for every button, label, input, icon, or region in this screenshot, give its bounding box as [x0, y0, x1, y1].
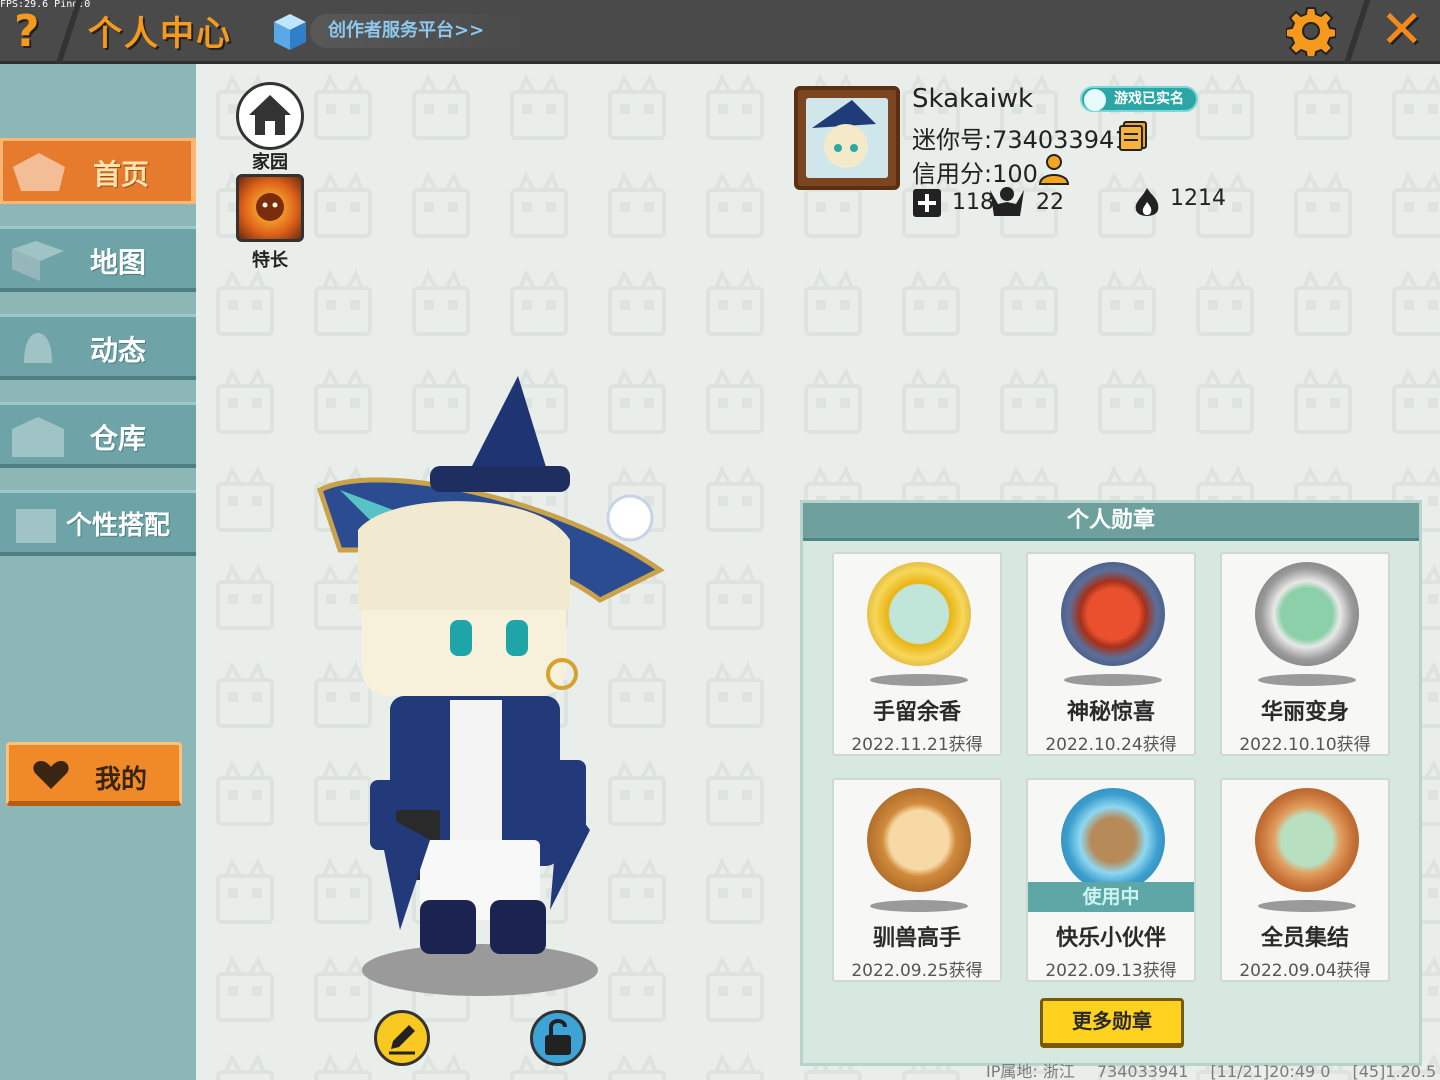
medal-card[interactable]: 全员集结 2022.09.04获得 — [1220, 778, 1390, 982]
medal-name: 华丽变身 — [1260, 700, 1349, 725]
medal-date: 2022.10.10获得 — [1239, 735, 1371, 755]
unlock-icon — [545, 1019, 571, 1055]
medal-icon — [1061, 788, 1165, 892]
lock-button[interactable] — [530, 1010, 586, 1066]
creator-platform-link[interactable]: 创作者服务平台>> — [310, 14, 530, 48]
sidebar-item-map[interactable]: 地图 — [0, 226, 196, 292]
footer-version: [45]1.20.5 — [1352, 1062, 1437, 1080]
avatar-portrait — [806, 98, 888, 178]
more-medals-button[interactable]: 更多勋章 — [1040, 998, 1184, 1048]
page-title: 个人中心 — [88, 14, 232, 54]
medal-date: 2022.10.24获得 — [1045, 735, 1177, 755]
skill-label: 特长 — [252, 250, 288, 271]
medal-card[interactable]: 驯兽高手 2022.09.25获得 — [832, 778, 1002, 982]
in-use-badge: 使用中 — [1028, 882, 1194, 912]
verified-badge[interactable]: 游戏已实名 — [1080, 86, 1198, 112]
medal-icon — [1061, 562, 1165, 666]
medal-name: 全员集结 — [1260, 926, 1349, 951]
medal-icon — [1255, 562, 1359, 666]
sidebar-item-outfit[interactable]: 个性搭配 — [0, 490, 196, 556]
avatar[interactable] — [794, 86, 900, 190]
medal-name: 快乐小伙伴 — [1055, 926, 1166, 951]
sidebar-item-feed[interactable]: 动态 — [0, 314, 196, 380]
fans-icon — [990, 187, 1024, 216]
flame-character-icon — [256, 193, 284, 221]
gear-icon[interactable] — [1286, 6, 1336, 56]
copy-icon[interactable] — [1118, 120, 1148, 152]
ip-location: IP属地: 浙江 — [986, 1062, 1075, 1080]
medal-icon — [867, 562, 971, 666]
edit-button[interactable] — [374, 1010, 430, 1066]
medal-shadow — [1258, 674, 1356, 686]
character-model[interactable] — [300, 370, 680, 1010]
sidebar-item-home[interactable]: 首页 — [0, 138, 196, 204]
medal-date: 2022.09.13获得 — [1045, 961, 1177, 981]
skill-button[interactable] — [236, 174, 304, 242]
medal-shadow — [870, 674, 968, 686]
medal-card-active[interactable]: 使用中 快乐小伙伴 2022.09.13获得 — [1026, 778, 1196, 982]
question-mark-icon[interactable]: ? — [14, 6, 40, 57]
close-x-icon[interactable]: ✕ — [1380, 2, 1424, 58]
pencil-icon — [389, 1025, 415, 1055]
home-label: 家园 — [252, 152, 288, 173]
footer-info: IP属地: 浙江 734033941 [11/21]20:49 0 [45]1.20.… — [986, 1058, 1440, 1080]
home-button[interactable] — [236, 82, 304, 150]
medal-name: 手留余香 — [872, 700, 961, 725]
verified-badge-label: 游戏已实名 — [1114, 91, 1184, 107]
medal-date: 2022.09.04获得 — [1239, 961, 1371, 981]
footer-uid: 734033941 — [1096, 1062, 1189, 1080]
sidebar: 首页 地图 动态 仓库 个性搭配 我的 — [0, 64, 196, 1080]
sidebar-item-warehouse[interactable]: 仓库 — [0, 402, 196, 468]
medal-icon — [867, 788, 971, 892]
credit-user-icon[interactable] — [1036, 152, 1072, 188]
verified-user-icon — [1084, 89, 1106, 111]
divider — [1343, 0, 1371, 64]
medal-panel-title: 个人勋章 — [803, 503, 1419, 541]
medal-card[interactable]: 华丽变身 2022.10.10获得 — [1220, 552, 1390, 756]
cube-icon — [274, 14, 306, 50]
home-icon — [249, 95, 291, 135]
medal-shadow — [1258, 900, 1356, 912]
medal-name: 驯兽高手 — [872, 926, 961, 951]
medal-shadow — [870, 900, 968, 912]
username: Skakaiwk — [912, 84, 1034, 114]
mine-button[interactable]: 我的 — [6, 742, 182, 806]
heart-icon — [33, 761, 69, 789]
footer-timestamp: [11/21]20:49 0 — [1210, 1062, 1331, 1080]
medal-icon — [1255, 788, 1359, 892]
mine-label: 我的 — [95, 765, 148, 795]
medal-card[interactable]: 手留余香 2022.11.21获得 — [832, 552, 1002, 756]
fire-icon — [1135, 188, 1159, 216]
medal-card[interactable]: 神秘惊喜 2022.10.24获得 — [1026, 552, 1196, 756]
medal-date: 2022.11.21获得 — [851, 735, 983, 755]
fans-count: 22 — [1036, 190, 1064, 215]
medal-shadow — [1064, 674, 1162, 686]
user-id: 迷你号:734033941 — [912, 126, 1130, 154]
medal-date: 2022.09.25获得 — [851, 961, 983, 981]
popularity-count: 1214 — [1170, 186, 1226, 211]
plus-icon — [913, 189, 941, 217]
top-bar: FPS:29.6 Ping:0 ? 个人中心 创作者服务平台>> ✕ — [0, 0, 1440, 64]
medal-name: 神秘惊喜 — [1066, 700, 1155, 725]
